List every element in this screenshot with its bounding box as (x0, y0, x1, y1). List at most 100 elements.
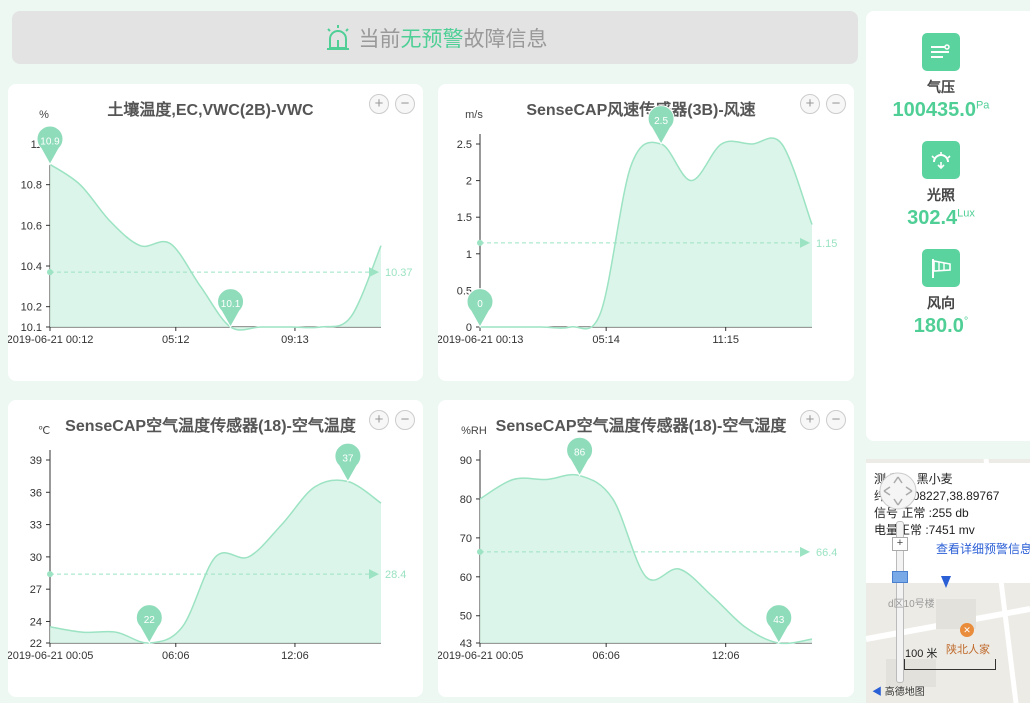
chart-card-air-humidity: SenseCAP空气温度传感器(18)-空气湿度 + − %RH 90 80 70 60 5… (438, 400, 854, 697)
y-tick-label: 10.4 (21, 261, 42, 273)
x-tick-label: 06:06 (162, 650, 190, 662)
y-tick-label: 80 (460, 494, 472, 506)
alarm-light-icon (326, 24, 349, 50)
map-brand-icon: ◀ (872, 687, 882, 698)
y-tick-label: 1 (466, 249, 472, 261)
x-tick-label: 09:13 (281, 334, 309, 346)
chart-card-vwc: 土壤温度,EC,VWC(2B)-VWC + − % 11 10.8 10.6 10.4 10… (8, 84, 423, 381)
svg-text:37: 37 (342, 454, 354, 465)
min-pin: 22 (135, 604, 163, 645)
y-tick-label: 10.1 (21, 322, 42, 334)
y-tick-label: 36 (30, 487, 42, 499)
svg-text:43: 43 (773, 615, 785, 626)
x-tick-label: 2019-06-21 00:12 (8, 334, 93, 346)
max-pin: 86 (566, 436, 594, 477)
y-tick-label: 60 (460, 572, 472, 584)
restaurant-icon: ✕ (960, 623, 974, 637)
banner-highlight: 无预警 (400, 27, 464, 51)
max-pin: 37 (334, 442, 362, 483)
banner-suffix: 故障信息 (463, 27, 548, 51)
y-tick-label: 2.5 (457, 139, 472, 151)
y-tick-label: 10.6 (21, 220, 42, 232)
y-tick-label: 1.5 (457, 212, 472, 224)
metric-value: 180.0° (913, 315, 969, 337)
y-tick-label: 43 (460, 638, 472, 650)
x-tick-label: 11:15 (712, 334, 739, 346)
max-pin: 2.5 (647, 105, 675, 146)
y-tick-label: 22 (30, 638, 42, 650)
metric-value: 100435.0Pa (892, 99, 990, 121)
svg-text:2.5: 2.5 (654, 116, 668, 127)
y-tick-label: 33 (30, 520, 42, 532)
pressure-icon (922, 33, 960, 71)
average-start-dot (47, 571, 53, 578)
light-icon (922, 141, 960, 179)
metric-label: 光照 (927, 187, 955, 203)
y-tick-label: 10.2 (21, 302, 42, 314)
alert-banner: 当前 无预警 故障信息 (12, 11, 858, 64)
x-tick-label: 12:06 (281, 650, 309, 662)
y-tick-label: 0 (466, 322, 472, 334)
chart-plot: %RH9080706050432019-06-21 00:05 06:06 12:0… (438, 425, 837, 662)
y-tick-label: 24 (30, 616, 42, 628)
wind-direction-icon (922, 249, 960, 287)
x-tick-label: 2019-06-21 00:05 (8, 650, 93, 662)
series-area (50, 164, 381, 331)
average-label: 28.4 (385, 569, 406, 581)
average-start-dot (47, 269, 53, 276)
map-brand: ◀ 高德地图 (872, 687, 925, 698)
chart-plot: %1110.810.610.410.210.12019-06-21 00:12 0… (8, 109, 413, 346)
x-tick-label: 12:06 (712, 650, 740, 662)
y-unit-label: ℃ (38, 425, 50, 437)
metric-wind-direction: 风向 180.0° (866, 249, 1016, 338)
metric-value: 302.4Lux (907, 207, 975, 229)
min-pin: 43 (765, 604, 793, 645)
svg-text:10.9: 10.9 (40, 136, 60, 147)
average-arrow (800, 546, 810, 557)
chart-plot: ℃393633302724222019-06-21 00:05 06:06 12:0… (8, 425, 406, 662)
y-unit-label: %RH (461, 425, 487, 437)
device-map[interactable]: 测 称： 黑小麦 纬 15.508227,38.89767 信号 正常 :255… (866, 459, 1030, 703)
poi-label: 陕北人家 (946, 644, 990, 656)
metrics-panel: 气压 100435.0Pa 光照 302.4Lux 风向 180.0° (866, 11, 1030, 441)
svg-text:10.1: 10.1 (221, 299, 241, 310)
y-tick-label: 30 (30, 552, 42, 564)
metric-label: 风向 (927, 295, 955, 311)
location-marker-icon[interactable] (940, 575, 952, 589)
view-alert-details-link[interactable]: 查看详细预警信息 (936, 541, 1030, 558)
y-unit-label: % (39, 109, 49, 121)
x-tick-label: 05:14 (592, 334, 620, 346)
building-label: d区10号楼 (888, 599, 935, 610)
metric-label: 气压 (927, 79, 955, 95)
y-tick-label: 39 (30, 455, 42, 467)
y-unit-label: m/s (465, 109, 483, 121)
y-tick-label: 70 (460, 533, 472, 545)
map-pan-control[interactable] (878, 471, 918, 511)
x-tick-label: 2019-06-21 00:05 (438, 650, 523, 662)
average-label: 1.15 (816, 238, 837, 250)
map-zoom-handle[interactable] (892, 571, 908, 583)
metric-light: 光照 302.4Lux (866, 141, 1016, 230)
x-tick-label: 06:06 (592, 650, 620, 662)
map-scale: 100 米 (904, 648, 996, 670)
x-tick-label: 2019-06-21 00:13 (438, 334, 523, 346)
series-area (50, 480, 381, 644)
chart-card-air-temperature: SenseCAP空气温度传感器(18)-空气温度 + − ℃ 39 36 33 30 27 2… (8, 400, 423, 697)
max-pin: 10.9 (36, 125, 64, 166)
y-tick-label: 10.8 (21, 180, 42, 192)
series-area (480, 474, 812, 644)
average-start-dot (477, 548, 483, 555)
metric-pressure: 气压 100435.0Pa (866, 33, 1016, 122)
svg-text:0: 0 (477, 299, 483, 310)
series-area (480, 138, 812, 329)
banner-prefix: 当前 (358, 27, 401, 51)
average-start-dot (477, 239, 483, 246)
y-tick-label: 90 (460, 455, 472, 467)
chart-plot: m/s2.521.510.502019-06-21 00:13 05:14 11:1… (438, 105, 837, 346)
chart-card-wind-speed: SenseCAP风速传感器(3B)-风速 + − m/s 2.5 2 1.5 1 0.5 0 2… (438, 84, 854, 381)
y-tick-label: 2 (466, 176, 472, 188)
y-tick-label: 50 (460, 611, 472, 623)
average-label: 10.37 (385, 267, 413, 279)
average-label: 66.4 (816, 547, 837, 559)
map-zoom-in-button[interactable]: + (892, 537, 908, 551)
